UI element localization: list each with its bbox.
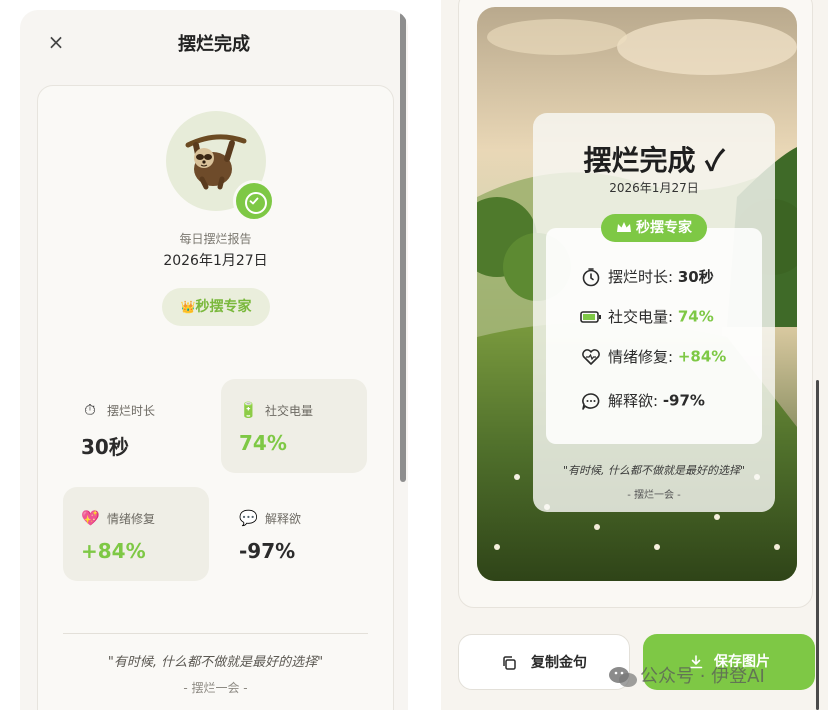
share-panel: 摆烂完成 ✓ 2026年1月27日 摆烂时长: 30秒 社交电量: 74% 情绪… bbox=[441, 0, 828, 710]
share-title: 摆烂完成 ✓ bbox=[583, 144, 725, 177]
share-stat-emotion-repair: 情绪修复: +84% bbox=[580, 346, 726, 366]
report-date: 2026年1月27日 bbox=[163, 253, 268, 269]
copy-quote-label: 复制金句 bbox=[531, 655, 587, 671]
stat-value: -97% bbox=[239, 539, 296, 563]
crown-icon: 👑 bbox=[180, 300, 196, 314]
copy-icon bbox=[503, 656, 516, 670]
share-image: 摆烂完成 ✓ 2026年1月27日 摆烂时长: 30秒 社交电量: 74% 情绪… bbox=[477, 7, 797, 581]
battery-icon: 🔋 bbox=[239, 401, 258, 419]
share-card: 摆烂完成 ✓ 2026年1月27日 摆烂时长: 30秒 社交电量: 74% 情绪… bbox=[458, 0, 813, 608]
quote-text: "有时候, 什么都不做就是最好的选择" bbox=[107, 655, 324, 670]
check-circle-icon bbox=[233, 180, 275, 222]
checkmark-icon: ✓ bbox=[705, 144, 725, 177]
divider bbox=[63, 633, 368, 634]
stat-value: 30秒 bbox=[81, 435, 129, 459]
stat-value: 74% bbox=[239, 431, 287, 455]
watermark: 公众号 · 伊登AI bbox=[606, 660, 816, 694]
heart-icon: 💖 bbox=[81, 509, 100, 527]
report-header: × 摆烂完成 bbox=[20, 10, 408, 74]
avatar bbox=[166, 111, 275, 222]
quote-author: - 摆烂一会 - bbox=[183, 681, 248, 695]
page-title: 摆烂完成 bbox=[178, 34, 250, 55]
battery-icon bbox=[580, 310, 601, 323]
stat-emotion-repair: 💖 情绪修复 +84% bbox=[63, 487, 209, 581]
stat-label: 社交电量 bbox=[265, 404, 314, 418]
crown-icon bbox=[617, 222, 631, 232]
report-panel: × 摆烂完成 每日摆烂报告 2026年1月27日 👑秒摆专家 ⏱ 摆烂时长 30… bbox=[20, 10, 408, 710]
report-label: 每日摆烂报告 bbox=[179, 232, 252, 246]
stopwatch-icon: ⏱ bbox=[84, 401, 96, 419]
speech-bubble-icon bbox=[582, 392, 600, 410]
rank-badge: 👑秒摆专家 bbox=[162, 288, 270, 326]
rank-label: 秒摆专家 bbox=[195, 299, 252, 315]
share-stat-social-battery: 社交电量: 74% bbox=[580, 306, 714, 326]
glass-card: 摆烂完成 ✓ 2026年1月27日 摆烂时长: 30秒 社交电量: 74% 情绪… bbox=[533, 113, 775, 512]
share-stat-explain-desire: 解释欲: -97% bbox=[580, 390, 705, 410]
share-stat-duration: 摆烂时长: 30秒 bbox=[580, 266, 714, 286]
scrollbar[interactable] bbox=[816, 380, 819, 710]
heart-icon bbox=[582, 348, 600, 365]
stopwatch-icon bbox=[582, 267, 600, 286]
speech-bubble-icon: 💬 bbox=[239, 509, 258, 527]
stat-duration: ⏱ 摆烂时长 30秒 bbox=[63, 379, 209, 473]
share-quote: "有时候, 什么都不做就是最好的选择" bbox=[562, 464, 746, 477]
share-author: - 摆烂一会 - bbox=[627, 490, 681, 501]
wechat-logo-icon bbox=[609, 667, 637, 687]
share-rank-badge: 秒摆专家 bbox=[601, 214, 707, 242]
share-date: 2026年1月27日 bbox=[609, 181, 699, 195]
stat-label: 情绪修复 bbox=[107, 512, 156, 526]
stat-explain-desire: 💬 解释欲 -97% bbox=[221, 487, 367, 581]
report-card: 每日摆烂报告 2026年1月27日 👑秒摆专家 ⏱ 摆烂时长 30秒 🔋 社交电… bbox=[37, 85, 394, 710]
stat-label: 解释欲 bbox=[265, 512, 302, 526]
scrollbar[interactable] bbox=[400, 12, 406, 482]
stat-social-battery: 🔋 社交电量 74% bbox=[221, 379, 367, 473]
stats-box: 摆烂时长: 30秒 社交电量: 74% 情绪修复: +84% 解释欲: -97% bbox=[546, 228, 762, 444]
copy-quote-button[interactable]: 复制金句 bbox=[458, 634, 630, 690]
stat-label: 摆烂时长 bbox=[107, 404, 156, 418]
stat-value: +84% bbox=[81, 539, 146, 563]
